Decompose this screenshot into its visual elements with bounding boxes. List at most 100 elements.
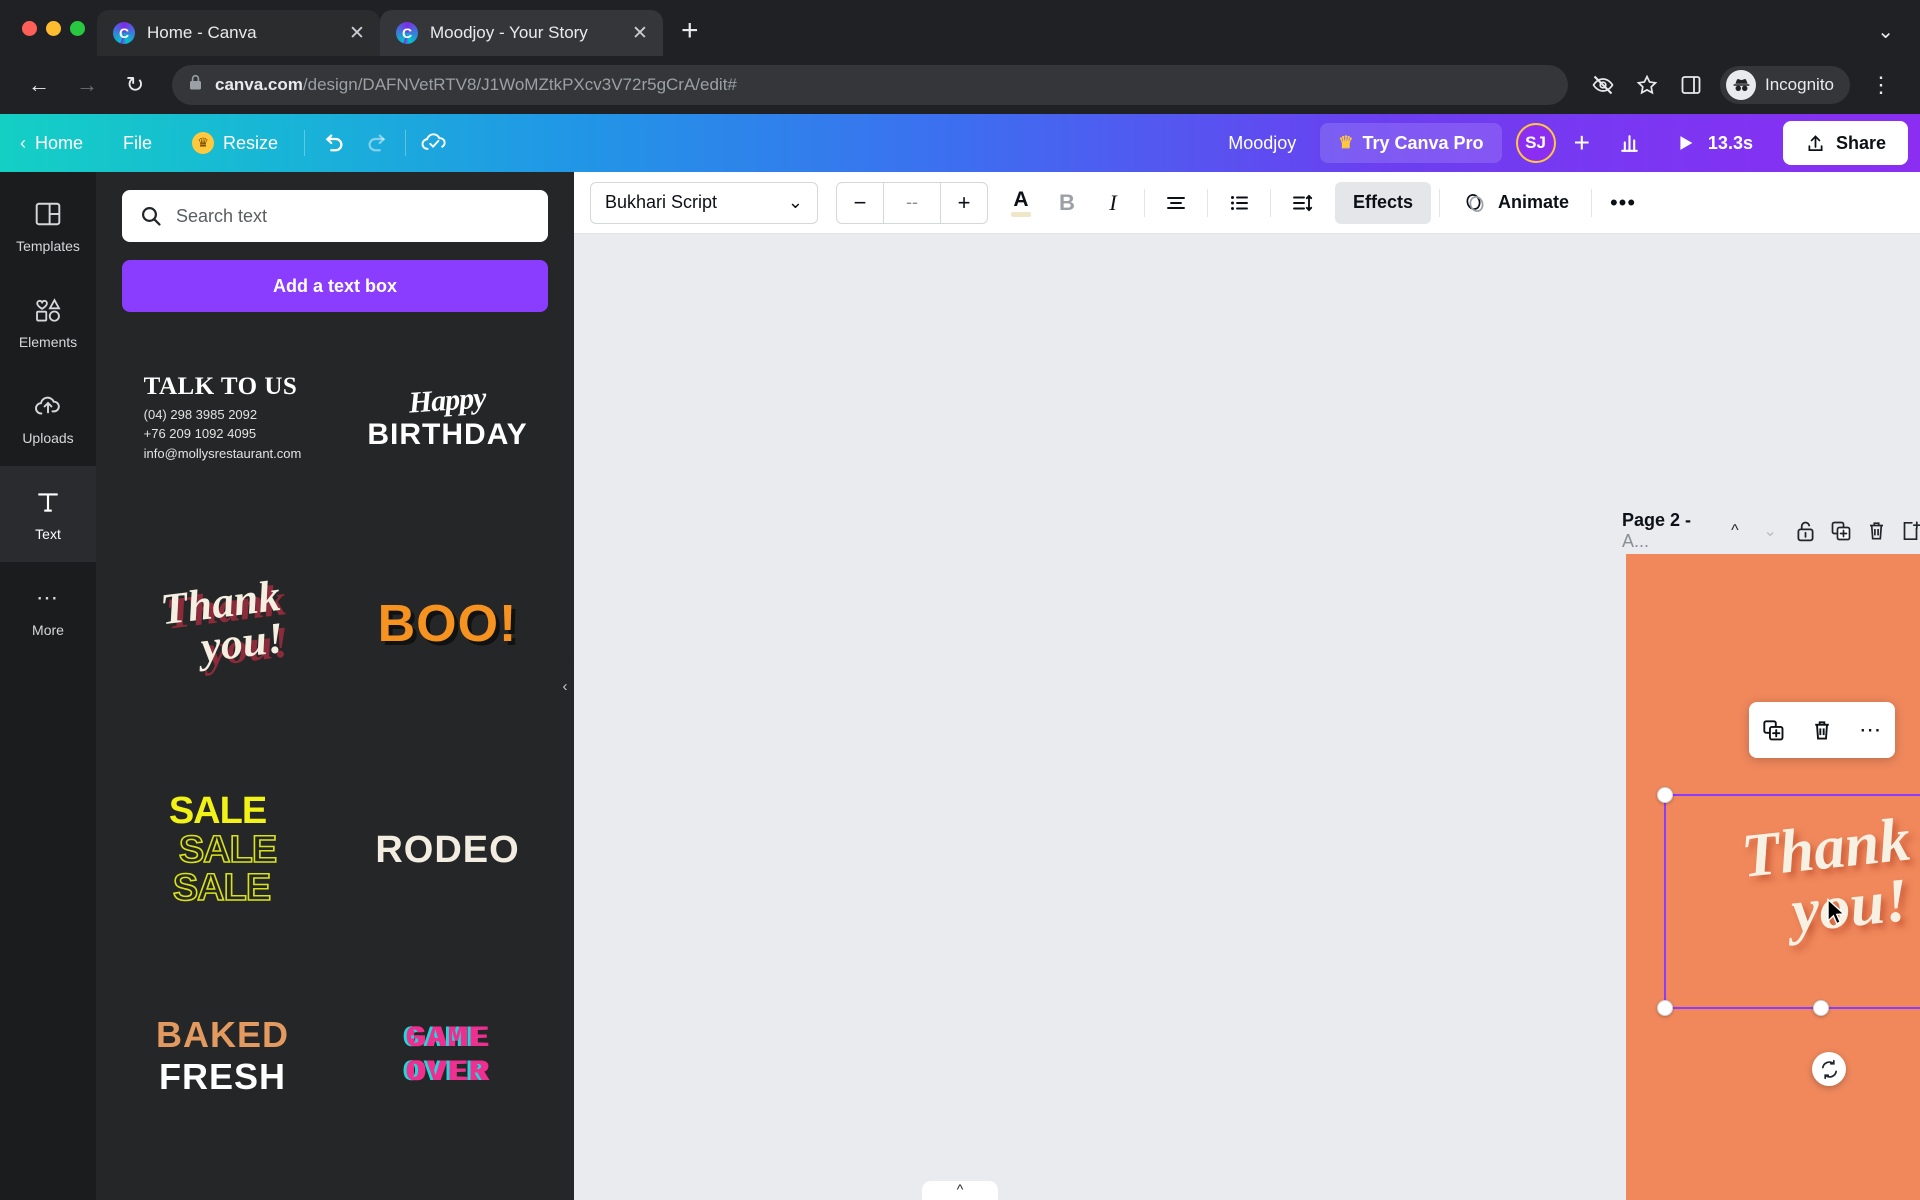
italic-button[interactable]: I: [1090, 180, 1136, 226]
browser-tab-home-canva[interactable]: C Home - Canva ✕: [97, 10, 380, 56]
template-title: TALK TO US: [143, 372, 298, 400]
undo-button[interactable]: [311, 121, 355, 165]
font-size-value[interactable]: --: [883, 182, 941, 223]
font-family-select[interactable]: Bukhari Script ⌄: [590, 181, 818, 224]
line-spacing-button[interactable]: [1279, 180, 1325, 226]
more-options-button[interactable]: •••: [1600, 180, 1646, 226]
chevron-left-icon: ‹: [20, 132, 26, 153]
text-template-game-over[interactable]: GAME OVER ♛: [347, 972, 548, 1140]
move-page-down-button[interactable]: ⌄: [1755, 512, 1786, 550]
duplicate-element-icon[interactable]: [1756, 713, 1790, 747]
minimize-window-button[interactable]: [46, 20, 61, 36]
eye-off-icon[interactable]: [1584, 66, 1622, 104]
align-center-icon: [1167, 196, 1185, 209]
resize-handle-bottom-center[interactable]: [1813, 1000, 1829, 1016]
resize-handle-bottom-left[interactable]: [1657, 1000, 1673, 1016]
text-template-rodeo[interactable]: RODEO ♛: [347, 746, 548, 954]
resize-handle-top-left[interactable]: [1657, 787, 1673, 803]
animate-button[interactable]: Animate: [1448, 182, 1583, 224]
more-dots-icon[interactable]: ⋯: [1854, 713, 1888, 747]
lock-page-icon[interactable]: [1790, 512, 1821, 550]
sidebar-item-more[interactable]: ⋯ More: [0, 562, 96, 658]
reload-icon[interactable]: ↻: [114, 64, 156, 106]
toolbar-divider: [1144, 188, 1145, 217]
saved-to-cloud-icon[interactable]: [412, 121, 456, 165]
back-arrow-icon[interactable]: ←: [18, 64, 60, 106]
move-page-up-button[interactable]: ^: [1719, 512, 1750, 550]
delete-element-icon[interactable]: [1805, 713, 1839, 747]
canva-header: ‹ Home File ♛ Resize Moodjoy ♛ Try Canva…: [0, 114, 1920, 172]
sidebar-item-uploads[interactable]: Uploads: [0, 370, 96, 466]
share-button[interactable]: Share: [1782, 121, 1908, 165]
profile-label: Incognito: [1765, 75, 1834, 94]
selection-box[interactable]: [1657, 787, 1920, 1016]
text-template-sale[interactable]: SALE SALE SALE ♛: [122, 746, 323, 954]
resize-button[interactable]: ♛ Resize: [172, 121, 298, 165]
header-right-group: Moodjoy ♛ Try Canva Pro SJ + 13.3s Share: [1210, 121, 1908, 165]
browser-window: C Home - Canva ✕ C Moodjoy - Your Story …: [0, 0, 1920, 1200]
template-line: BIRTHDAY: [367, 418, 528, 451]
text-template-talk-to-us[interactable]: TALK TO US (04) 298 3985 2092 +76 209 10…: [122, 334, 323, 502]
template-details: (04) 298 3985 2092 +76 209 1092 4095 inf…: [144, 405, 302, 464]
text-color-button[interactable]: A: [998, 180, 1044, 226]
play-icon: [1680, 136, 1693, 150]
address-bar[interactable]: canva.com/design/DAFNVetRTV8/J1WoMZtkPXc…: [172, 65, 1568, 105]
redo-button[interactable]: [355, 121, 399, 165]
forward-arrow-icon[interactable]: →: [66, 64, 108, 106]
insights-chart-icon[interactable]: [1608, 121, 1652, 165]
canvas-area[interactable]: Page 2 - A... ^ ⌄ Thank you! ⋯: [574, 234, 1920, 1200]
collapse-panel-button[interactable]: ‹: [555, 657, 574, 715]
project-name[interactable]: Moodjoy: [1210, 133, 1314, 154]
star-icon[interactable]: [1628, 66, 1666, 104]
text-template-boo[interactable]: BOO!: [347, 520, 548, 728]
tab-search-chevron-down-icon[interactable]: ⌄: [1877, 19, 1894, 44]
file-menu-button[interactable]: File: [103, 121, 172, 165]
new-tab-button[interactable]: +: [663, 16, 717, 56]
delete-page-icon[interactable]: [1860, 512, 1891, 550]
font-size-stepper[interactable]: − -- +: [836, 181, 988, 224]
toolbar-divider: [1439, 188, 1441, 217]
sidebar-item-label: Uploads: [22, 429, 74, 446]
animate-icon: [1466, 193, 1484, 212]
effects-button[interactable]: Effects: [1335, 181, 1432, 224]
rotate-handle-icon[interactable]: [1812, 1052, 1846, 1086]
text-toolbar: Bukhari Script ⌄ − -- + A B I Effects An…: [574, 172, 1920, 234]
template-line: (04) 298 3985 2092: [143, 406, 258, 422]
collapse-timeline-button[interactable]: ^: [922, 1181, 998, 1200]
add-page-icon[interactable]: [1896, 512, 1920, 550]
incognito-profile-pill[interactable]: Incognito: [1720, 66, 1850, 104]
toolbar-divider: [1591, 188, 1593, 217]
present-button[interactable]: 13.3s: [1658, 121, 1769, 165]
template-line: SALE: [172, 867, 272, 910]
maximize-window-button[interactable]: [70, 20, 85, 36]
increase-font-size-button[interactable]: +: [941, 183, 987, 223]
text-template-happy-birthday[interactable]: Happy BIRTHDAY: [347, 334, 548, 502]
incognito-icon: [1726, 70, 1756, 100]
add-text-box-button[interactable]: Add a text box: [122, 260, 548, 312]
invite-members-button[interactable]: +: [1562, 127, 1602, 159]
search-input[interactable]: Search text: [122, 190, 548, 242]
template-line: RODEO: [375, 828, 520, 871]
duplicate-page-icon[interactable]: [1825, 512, 1856, 550]
uploads-cloud-icon: [33, 391, 63, 421]
home-button[interactable]: ‹ Home: [0, 121, 103, 165]
decrease-font-size-button[interactable]: −: [837, 183, 883, 223]
sidebar-item-elements[interactable]: Elements: [0, 274, 96, 370]
try-canva-pro-button[interactable]: ♛ Try Canva Pro: [1320, 123, 1502, 163]
workspace: Templates Elements Uploads Text ⋯ More S…: [0, 172, 1920, 1200]
close-tab-icon[interactable]: ✕: [346, 24, 368, 43]
avatar[interactable]: SJ: [1515, 123, 1556, 163]
kebab-menu-icon[interactable]: ⋮: [1856, 72, 1902, 98]
text-template-baked-fresh[interactable]: BAKED FRESH ♛: [122, 972, 323, 1140]
close-tab-icon[interactable]: ✕: [629, 24, 651, 43]
sidebar-item-text[interactable]: Text: [0, 466, 96, 562]
sidebar-item-templates[interactable]: Templates: [0, 178, 96, 274]
text-align-button[interactable]: [1153, 180, 1199, 226]
bold-button[interactable]: B: [1044, 180, 1090, 226]
browser-tab-moodjoy[interactable]: C Moodjoy - Your Story ✕: [380, 10, 663, 56]
bullet-list-button[interactable]: [1216, 180, 1262, 226]
side-panel-icon[interactable]: [1672, 66, 1710, 104]
text-template-thank-you[interactable]: Thank you!: [122, 520, 323, 728]
more-dots-icon: •••: [1609, 189, 1637, 215]
close-window-button[interactable]: [22, 20, 37, 36]
